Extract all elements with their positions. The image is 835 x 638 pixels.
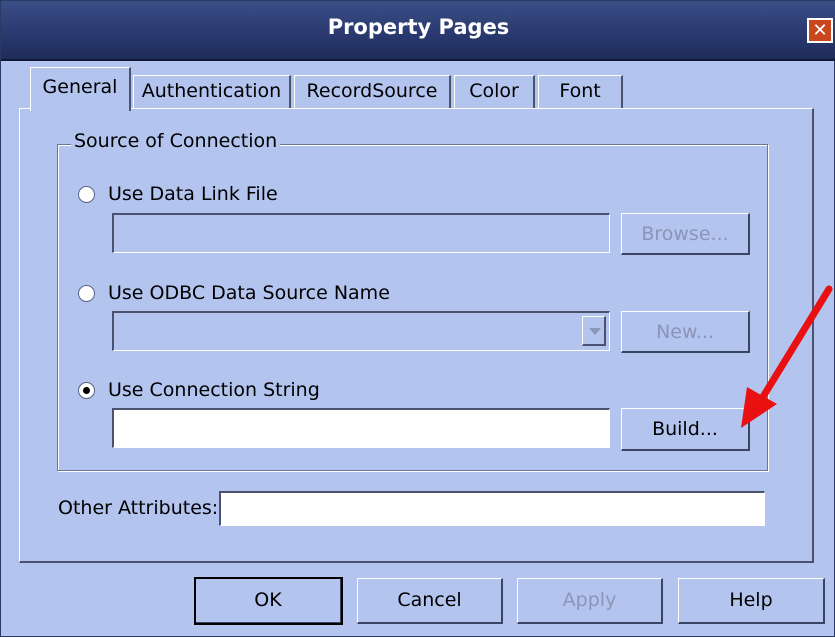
tab-general[interactable]: General	[30, 67, 131, 111]
arrow-shaft	[754, 285, 833, 409]
arrow-head-icon	[741, 387, 777, 428]
property-pages-dialog: Property Pages ✕ General Authentication …	[0, 0, 835, 637]
